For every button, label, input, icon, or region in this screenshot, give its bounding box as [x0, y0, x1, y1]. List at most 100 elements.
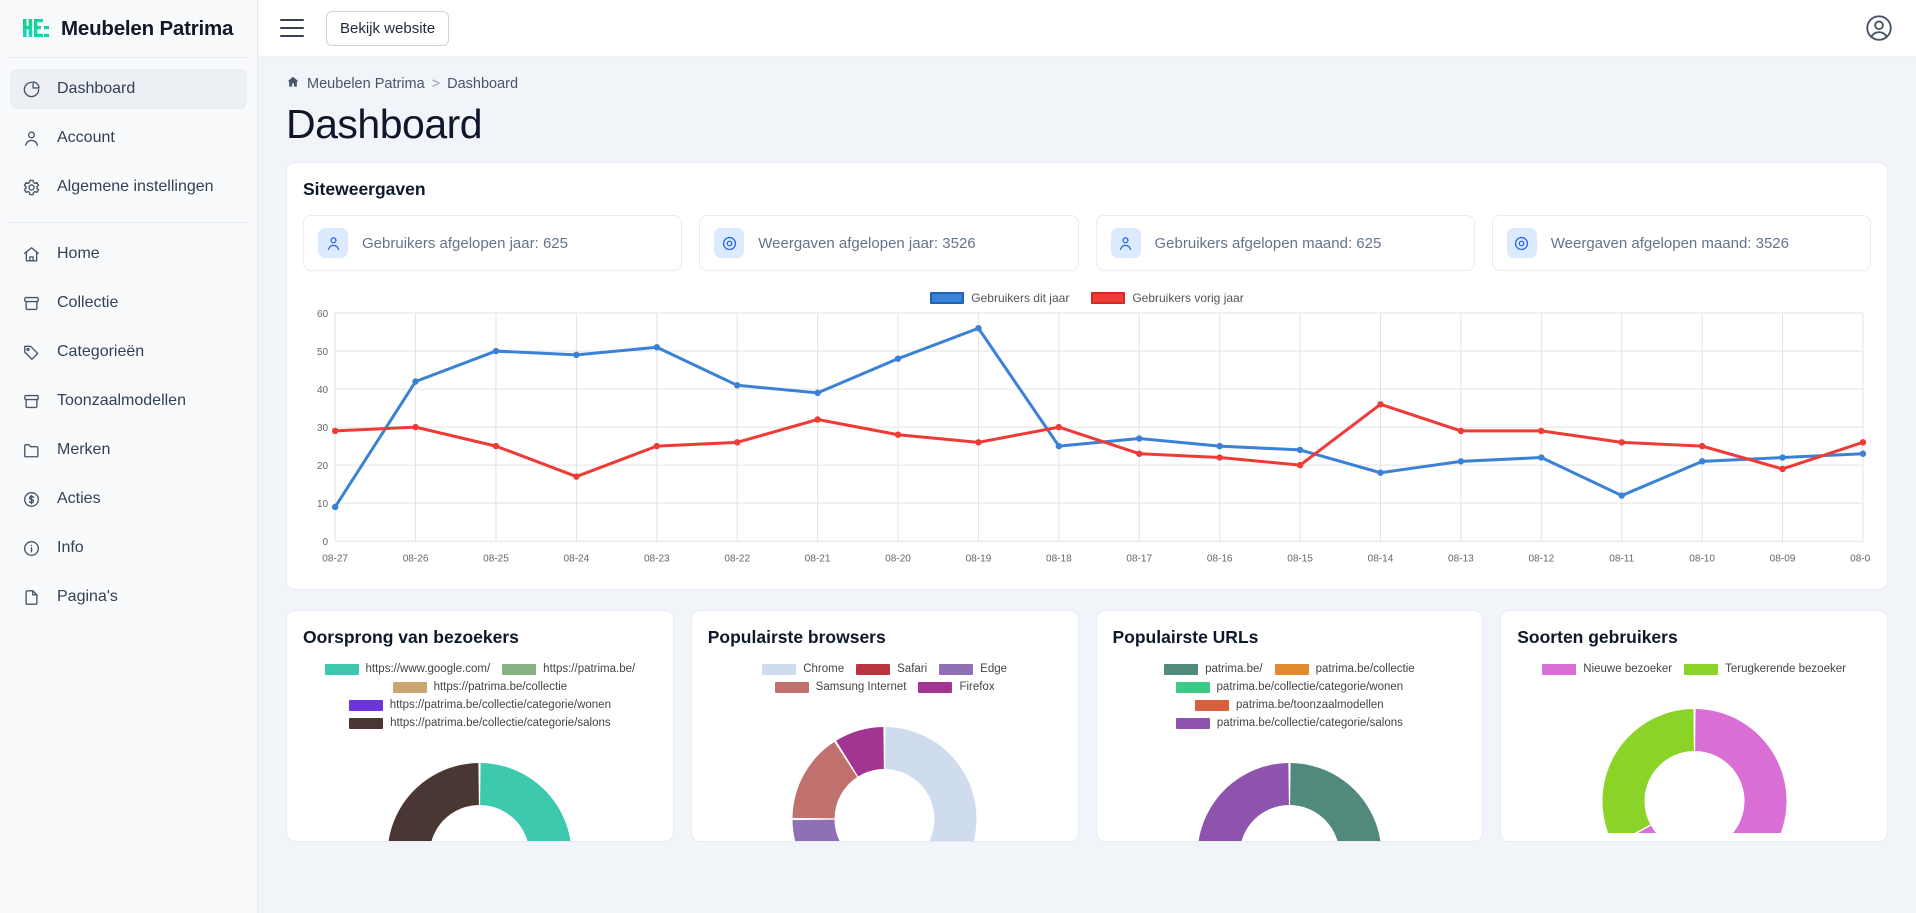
donut-cards-row: Oorsprong van bezoekers https://www.goog… — [286, 610, 1888, 843]
legend-swatch — [1195, 699, 1230, 711]
legend-item[interactable]: patrima.be/collectie/categorie/wonen — [1175, 681, 1403, 693]
legend-item[interactable]: Edge — [939, 663, 1007, 675]
gear-icon — [21, 177, 41, 197]
sidebar-item-label: Account — [57, 129, 115, 146]
svg-text:08-16: 08-16 — [1207, 553, 1233, 564]
svg-text:08-20: 08-20 — [885, 553, 911, 564]
legend-label: https://patrima.be/ — [543, 663, 636, 676]
legend-swatch — [349, 717, 384, 729]
stat-label: Gebruikers afgelopen maand: 625 — [1154, 234, 1382, 252]
sidebar-item-algemene-instellingen[interactable]: Algemene instellingen — [10, 167, 247, 207]
card-title: Oorsprong van bezoekers — [303, 627, 519, 648]
svg-text:08-08: 08-08 — [1850, 553, 1871, 564]
line-chart-legend: Gebruikers dit jaar Gebruikers vorig jaar — [303, 291, 1871, 305]
card-title: Populairste URLs — [1112, 627, 1259, 648]
sidebar-item-paginas[interactable]: Pagina's — [10, 577, 247, 617]
svg-text:10: 10 — [317, 499, 329, 510]
brand[interactable]: Meubelen Patrima — [0, 0, 257, 57]
top-urls-card: Populairste URLs patrima.be/patrima.be/c… — [1095, 610, 1484, 843]
sidebar-item-merken[interactable]: Merken — [10, 430, 247, 470]
user-icon — [1110, 228, 1141, 258]
legend-item[interactable]: Terugkerende bezoeker — [1684, 663, 1846, 675]
svg-text:08-19: 08-19 — [966, 553, 992, 564]
box-icon — [21, 293, 41, 313]
legend-swatch — [1542, 663, 1577, 675]
legend-item[interactable]: patrima.be/collectie/categorie/salons — [1175, 717, 1403, 729]
legend-item[interactable]: Safari — [856, 663, 927, 675]
stat-card-views-year[interactable]: Weergaven afgelopen jaar: 3526 — [699, 215, 1079, 271]
folder-icon — [21, 440, 41, 460]
legend-swatch — [762, 663, 797, 675]
sidebar-item-toonzaalmodellen[interactable]: Toonzaalmodellen — [10, 381, 247, 421]
legend-label: patrima.be/collectie — [1315, 663, 1415, 676]
brand-name: Meubelen Patrima — [61, 16, 234, 40]
breadcrumb-root-link[interactable]: Meubelen Patrima — [307, 76, 425, 92]
top-browsers-card: Populairste browsers Chrome Safari Edge Sam… — [690, 610, 1079, 843]
legend-item[interactable]: Samsung Internet — [774, 681, 907, 694]
legend-item[interactable]: Gebruikers dit jaar — [930, 291, 1069, 305]
legend-swatch — [1175, 717, 1210, 729]
sidebar-item-collectie[interactable]: Collectie — [10, 283, 247, 323]
svg-text:08-21: 08-21 — [805, 553, 831, 564]
svg-text:08-11: 08-11 — [1609, 553, 1634, 564]
legend-item[interactable]: patrima.be/toonzaalmodellen — [1195, 699, 1384, 711]
sidebar-item-label: Dashboard — [57, 80, 136, 97]
sidebar-item-categorieen[interactable]: Categorieën — [10, 332, 247, 372]
legend-swatch — [348, 699, 383, 711]
card-title: Soorten gebruikers — [1517, 627, 1678, 648]
legend-item[interactable]: Nieuwe bezoeker — [1542, 663, 1672, 675]
view-website-button[interactable]: Bekijk website — [326, 10, 450, 46]
svg-text:50: 50 — [317, 347, 329, 358]
legend-label: Edge — [980, 663, 1008, 676]
legend-item[interactable]: Chrome — [762, 663, 844, 675]
legend-item[interactable]: Gebruikers vorig jaar — [1091, 291, 1244, 305]
legend-swatch — [930, 292, 965, 304]
line-chart-canvas: 10 20 30 40 50 60 08-27 08-26 08-25 08-24 08-23 08-… — [317, 309, 1871, 564]
sidebar-item-account[interactable]: Account — [10, 118, 247, 158]
svg-text:08-23: 08-23 — [644, 553, 670, 564]
content-scroll: Meubelen Patrima > Dashboard Dashboard S… — [258, 57, 1916, 913]
legend-item[interactable]: https://www.google.com/ — [324, 663, 490, 675]
app-root: Meubelen Patrima Dashboard Account Algem… — [0, 0, 1916, 913]
sidebar-item-label: Categorieën — [57, 343, 145, 360]
sidebar-primary-group: Dashboard Account Algemene instellingen — [0, 58, 257, 216]
content-inner: Meubelen Patrima > Dashboard Dashboard S… — [258, 57, 1916, 843]
stat-card-users-year[interactable]: Gebruikers afgelopen jaar: 625 — [303, 215, 683, 271]
legend-item[interactable]: https://patrima.be/ — [502, 663, 635, 675]
chart-legend: Nieuwe bezoeker Terugkerende bezoeker — [1517, 663, 1871, 675]
legend-item[interactable]: patrima.be/ — [1164, 663, 1263, 675]
legend-item[interactable]: patrima.be/collectie — [1274, 663, 1415, 676]
legend-swatch — [502, 663, 537, 675]
sidebar-item-dashboard[interactable]: Dashboard — [10, 69, 247, 109]
legend-item[interactable]: https://patrima.be/collectie — [392, 681, 568, 694]
users-line-chart: Gebruikers dit jaar Gebruikers vorig jaar… — [303, 291, 1871, 571]
legend-item[interactable]: Firefox — [918, 681, 995, 694]
legend-label: https://patrima.be/collectie — [433, 681, 568, 694]
user-circle-icon[interactable] — [1864, 13, 1894, 43]
legend-item[interactable]: https://patrima.be/collectie/categorie/w… — [348, 699, 611, 711]
svg-text:08-25: 08-25 — [483, 553, 509, 564]
legend-swatch — [918, 681, 953, 693]
hamburger-icon[interactable] — [280, 19, 304, 37]
visitor-origin-card: Oorsprong van bezoekers https://www.goog… — [286, 610, 674, 843]
stat-card-users-month[interactable]: Gebruikers afgelopen maand: 625 — [1095, 215, 1475, 271]
legend-label: Samsung Internet — [815, 681, 907, 694]
sidebar-item-acties[interactable]: Acties — [10, 479, 247, 519]
stat-card-views-month[interactable]: Weergaven afgelopen maand: 3526 — [1491, 215, 1871, 271]
legend-label: Firefox — [959, 681, 995, 694]
svg-text:60: 60 — [317, 309, 329, 320]
legend-swatch — [856, 663, 891, 675]
legend-label: patrima.be/toonzaalmodellen — [1236, 699, 1384, 712]
legend-label: patrima.be/ — [1205, 663, 1263, 676]
legend-swatch — [1091, 292, 1126, 304]
sidebar-item-info[interactable]: Info — [10, 528, 247, 568]
svg-text:30: 30 — [317, 423, 329, 434]
breadcrumb: Meubelen Patrima > Dashboard — [286, 75, 1888, 93]
sidebar-item-label: Home — [57, 245, 100, 262]
legend-swatch — [774, 681, 809, 693]
sidebar-item-label: Collectie — [57, 294, 119, 311]
sidebar-item-home[interactable]: Home — [10, 234, 247, 274]
donut-chart — [1198, 763, 1381, 842]
legend-label: Chrome — [803, 663, 845, 676]
legend-item[interactable]: https://patrima.be/collectie/categorie/s… — [349, 717, 611, 729]
